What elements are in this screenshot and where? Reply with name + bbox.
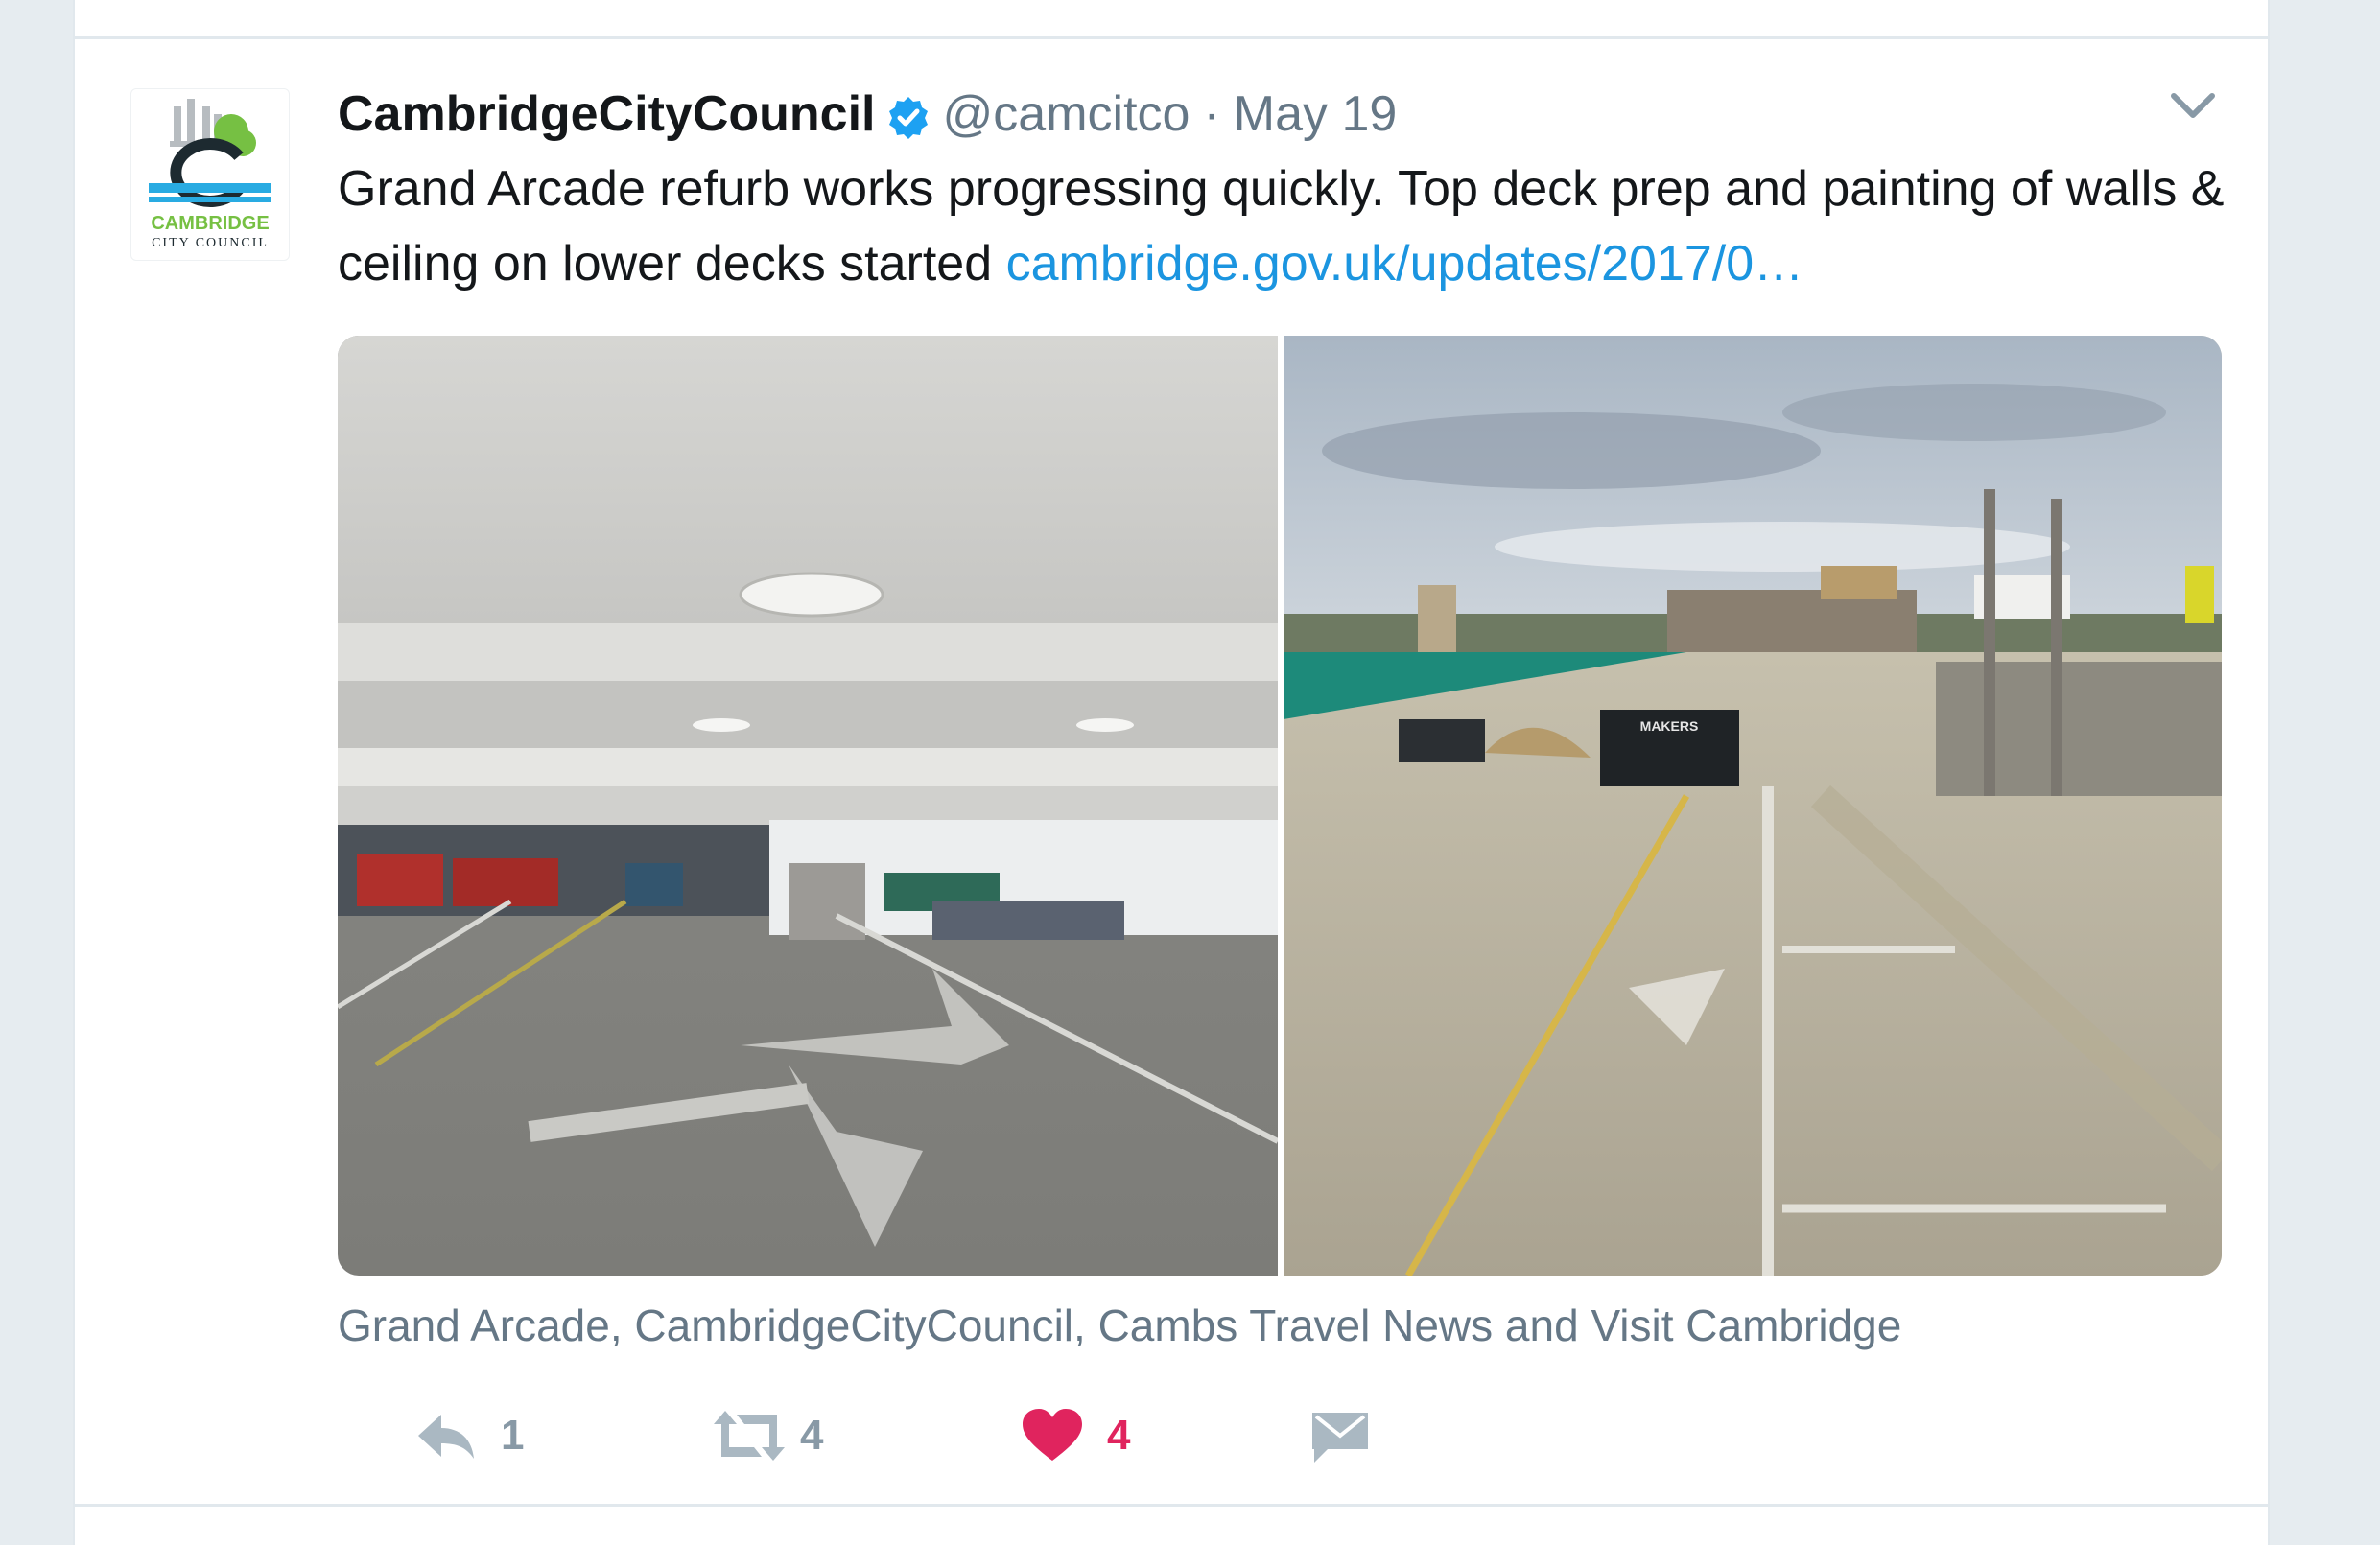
reply-button[interactable]: 1 <box>412 1393 524 1479</box>
direct-message-button[interactable] <box>1307 1393 1374 1479</box>
tweet-actions: 1 4 4 <box>338 1393 1681 1479</box>
tweet-link[interactable]: cambridge.gov.uk/updates/2017/0… <box>1006 236 1804 292</box>
avatar[interactable]: CAMBRIDGE CITY COUNCIL <box>130 88 290 261</box>
display-name[interactable]: CambridgeCityCouncil <box>338 81 876 148</box>
reply-count: 1 <box>501 1412 525 1459</box>
heart-icon <box>1019 1407 1086 1464</box>
reply-icon <box>412 1407 480 1464</box>
header-separator: · <box>1203 86 1220 142</box>
council-logo: CAMBRIDGE CITY COUNCIL <box>149 99 271 250</box>
tweet-text: Grand Arcade refurb works progressing qu… <box>338 152 2266 301</box>
verified-badge-icon <box>885 91 931 139</box>
tagged-people[interactable]: Grand Arcade, CambridgeCityCouncil, Camb… <box>338 1297 2266 1354</box>
logo-text-line1: CAMBRIDGE <box>151 213 269 234</box>
photo-lower-deck[interactable] <box>338 336 1278 1276</box>
tweet-date[interactable]: May 19 <box>1234 81 1398 148</box>
like-button[interactable]: 4 <box>1019 1393 1130 1479</box>
bottom-divider <box>75 1504 2268 1507</box>
caret-down-icon[interactable] <box>2168 88 2218 123</box>
top-divider <box>75 36 2268 39</box>
logo-text-line2: CITY COUNCIL <box>152 236 269 250</box>
skip-label: MAKERS <box>1640 718 1699 734</box>
like-count: 4 <box>1107 1412 1131 1459</box>
media-grid: MAKERS <box>338 336 2222 1276</box>
retweet-icon <box>712 1407 785 1464</box>
envelope-icon <box>1307 1407 1374 1464</box>
tweet-header: CambridgeCityCouncil @camcitco · May 19 <box>338 81 1397 148</box>
user-handle[interactable]: @camcitco <box>943 81 1190 148</box>
retweet-count: 4 <box>800 1412 824 1459</box>
tweet-card[interactable]: CAMBRIDGE CITY COUNCIL CambridgeCityCoun… <box>73 0 2270 1545</box>
photo-top-deck[interactable]: MAKERS <box>1284 336 2222 1276</box>
retweet-button[interactable]: 4 <box>712 1393 823 1479</box>
